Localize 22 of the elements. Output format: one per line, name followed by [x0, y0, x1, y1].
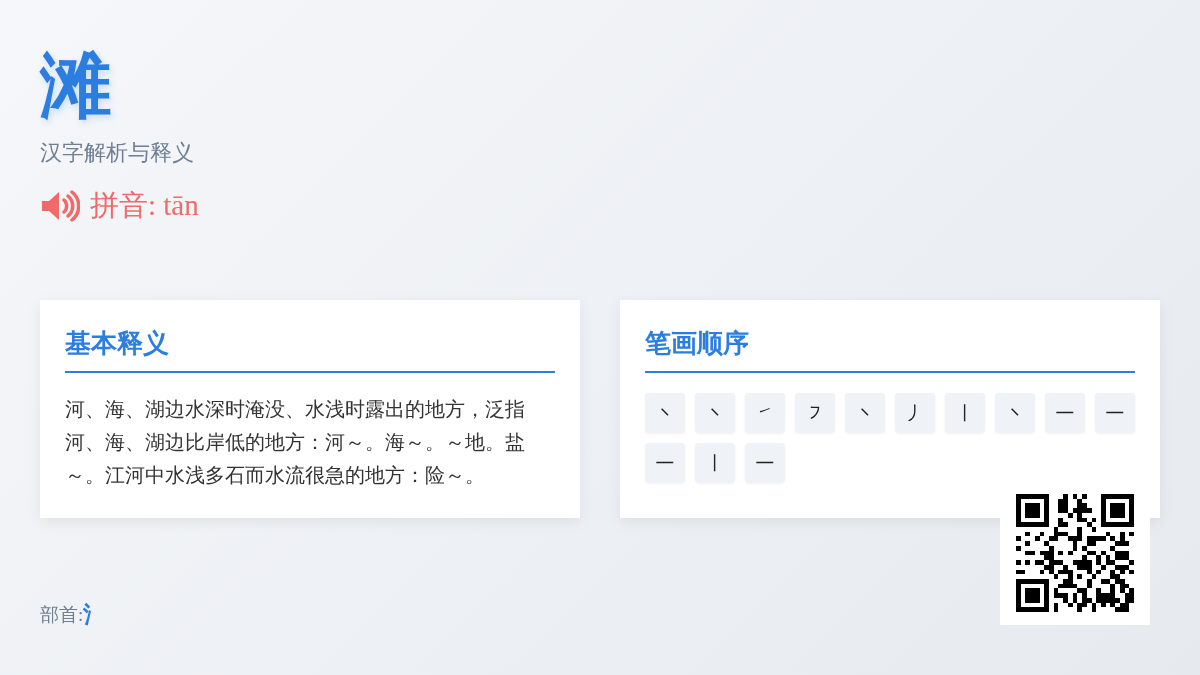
stroke-tile: ㇑	[695, 443, 735, 483]
stroke-tile: ㇓	[895, 393, 935, 433]
character-heading: 滩	[40, 45, 112, 128]
stroke-tile: ㇔	[845, 393, 885, 433]
definition-text: 河、海、湖边水深时淹没、水浅时露出的地方，泛指河、海、湖边比岸低的地方：河～。海～。～地。盐～。江河中水浅多石而水流很急的地方：险～。	[65, 398, 526, 488]
card-title: 笔画顺序	[645, 326, 1135, 373]
card-title: 基本释义	[65, 326, 555, 373]
stroke-tile: ㇔	[995, 393, 1035, 433]
stroke-tile: ㇇	[795, 393, 835, 433]
radical-label: 部首:	[40, 604, 84, 625]
stroke-tile: ㇐	[1045, 393, 1085, 433]
stroke-tile: ㇐	[1095, 393, 1135, 433]
speaker-icon[interactable]	[40, 190, 80, 222]
stroke-tile: ㇔	[695, 393, 735, 433]
stroke-tile: ㇐	[645, 443, 685, 483]
radical-value: 氵	[83, 601, 106, 629]
subtitle: 汉字解析与释义	[40, 139, 194, 167]
stroke-tile: ㇀	[745, 393, 785, 433]
stroke-tile: ㇐	[745, 443, 785, 483]
pinyin-text: 拼音: tān	[90, 188, 199, 223]
stroke-tile: ㇔	[645, 393, 685, 433]
stroke-tile: ㇑	[945, 393, 985, 433]
